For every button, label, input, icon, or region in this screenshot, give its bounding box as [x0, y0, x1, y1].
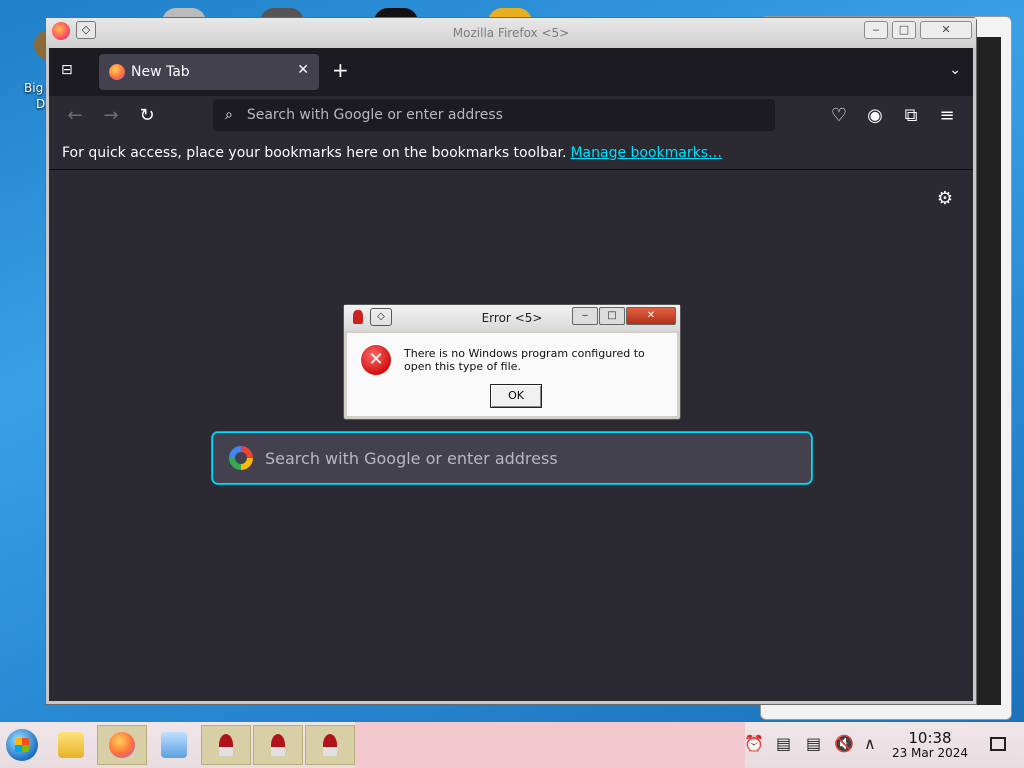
tray-expand-icon[interactable]: ∧ [864, 734, 876, 753]
minimize-button[interactable]: ‒ [864, 21, 888, 39]
clock[interactable]: 10:38 23 Mar 2024 [888, 730, 972, 761]
url-bar[interactable]: ⌕ Search with Google or enter address [213, 99, 775, 131]
error-dialog: ◇ Error <5> ‒ □ ✕ ✕ There is no Windows … [343, 304, 681, 420]
taskbar-wine-app-1[interactable] [201, 725, 251, 765]
window-titlebar[interactable]: ◇ Mozilla Firefox <5> ‒ □ ✕ [46, 18, 976, 48]
newtab-search-box[interactable]: Search with Google or enter address [212, 432, 812, 484]
bookmarks-toolbar: For quick access, place your bookmarks h… [49, 136, 973, 170]
clipboard-icon[interactable]: ▤ [776, 734, 791, 753]
dialog-body: ✕ There is no Windows program configured… [347, 333, 677, 416]
dialog-minimize-button[interactable]: ‒ [572, 307, 598, 325]
wine-icon [323, 734, 337, 756]
notes-icon[interactable]: ▤ [806, 734, 821, 753]
tab-close-icon[interactable]: ✕ [297, 62, 309, 78]
error-icon: ✕ [361, 345, 391, 375]
new-tab-page: ⚙ Search with Google or enter address [49, 170, 973, 701]
back-icon[interactable]: ← [63, 104, 87, 128]
account-icon[interactable]: ◉ [863, 104, 887, 128]
start-button[interactable] [6, 729, 38, 761]
nav-bar: ← → ↻ ⌕ Search with Google or enter addr… [49, 96, 973, 136]
firefox-icon [109, 732, 135, 758]
new-tab-button[interactable]: + [332, 60, 349, 80]
dialog-maximize-button[interactable]: □ [599, 307, 625, 325]
pocket-icon[interactable]: ♡ [827, 104, 851, 128]
reload-icon[interactable]: ↻ [135, 104, 159, 128]
extensions-icon[interactable]: ⧉ [899, 104, 923, 128]
close-button[interactable]: ✕ [920, 21, 972, 39]
firefox-app-icon[interactable] [52, 22, 70, 40]
taskbar-file-manager[interactable] [46, 725, 96, 765]
volume-mute-icon[interactable]: 🔇 [834, 734, 854, 753]
firefox-view-icon[interactable]: ⊟ [61, 62, 81, 82]
wine-icon [353, 310, 363, 324]
newtab-search-placeholder: Search with Google or enter address [265, 448, 558, 468]
tab-new-tab[interactable]: New Tab ✕ [99, 54, 319, 90]
wine-icon [271, 734, 285, 756]
window-title: Mozilla Firefox <5> [452, 26, 570, 40]
dialog-close-button[interactable]: ✕ [626, 307, 676, 325]
tab-strip: ⊟ New Tab ✕ + ⌄ [49, 48, 973, 96]
google-icon [229, 446, 253, 470]
folder-icon [58, 732, 84, 758]
taskbar-highlight-area [355, 722, 745, 768]
dialog-titlebar[interactable]: ◇ Error <5> ‒ □ ✕ [344, 305, 680, 331]
taskbar-wine-app-2[interactable] [253, 725, 303, 765]
clock-date: 23 Mar 2024 [891, 746, 969, 760]
firefox-favicon-icon [109, 64, 125, 80]
network-config-icon [161, 732, 187, 758]
taskbar-firefox[interactable] [97, 725, 147, 765]
search-icon: ⌕ [225, 107, 233, 123]
taskbar-network-config[interactable] [149, 725, 199, 765]
clock-time: 10:38 [908, 729, 952, 747]
taskbar-wine-app-3[interactable] [305, 725, 355, 765]
pin-icon[interactable]: ◇ [370, 308, 392, 326]
alarm-icon[interactable]: ⏰ [744, 734, 764, 753]
error-message: There is no Windows program configured t… [404, 347, 645, 373]
list-all-tabs-icon[interactable]: ⌄ [949, 62, 961, 78]
url-bar-placeholder: Search with Google or enter address [246, 107, 503, 123]
maximize-button[interactable]: □ [892, 21, 916, 39]
dialog-title: Error <5> [481, 311, 543, 325]
taskbar: ⏰ ▤ ▤ 🔇 ∧ 10:38 23 Mar 2024 [0, 722, 1024, 768]
pin-icon[interactable]: ◇ [76, 21, 96, 39]
menu-icon[interactable]: ≡ [935, 104, 959, 128]
forward-icon[interactable]: → [99, 104, 123, 128]
tab-label: New Tab [131, 64, 190, 80]
settings-gear-icon[interactable]: ⚙ [937, 188, 953, 209]
manage-bookmarks-link[interactable]: Manage bookmarks… [570, 145, 722, 161]
bookmarks-hint: For quick access, place your bookmarks h… [62, 144, 567, 161]
show-desktop-icon[interactable] [990, 737, 1006, 751]
wine-icon [219, 734, 233, 756]
desktop-icon-label[interactable]: Big D [24, 80, 45, 112]
ok-button[interactable]: OK [490, 384, 542, 408]
